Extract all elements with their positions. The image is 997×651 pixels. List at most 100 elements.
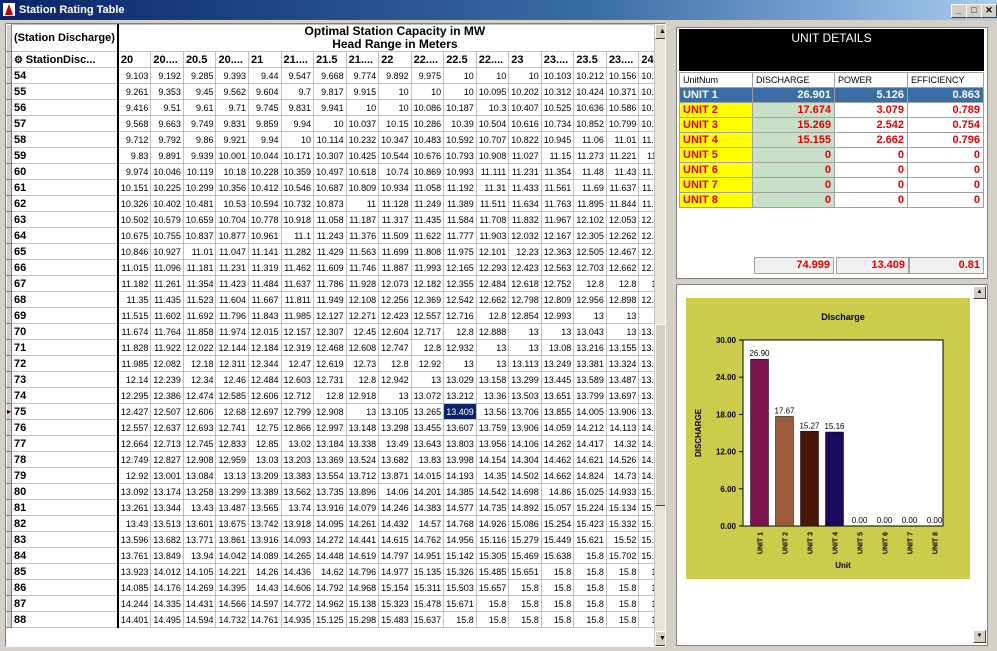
capacity-cell[interactable]: 15.086: [508, 515, 542, 532]
head-column-header[interactable]: 22: [378, 51, 412, 68]
table-row[interactable]: 76 12.557 12.637 12.693 12.741 12.75 12.866 12.…: [6, 419, 665, 436]
unit-name-cell[interactable]: UNIT 4: [679, 132, 753, 148]
capacity-cell[interactable]: 12.144: [215, 339, 249, 356]
head-column-header[interactable]: 20: [117, 51, 152, 68]
capacity-cell[interactable]: 14.735: [475, 499, 510, 516]
capacity-cell[interactable]: 13.682: [150, 531, 184, 548]
capacity-cell[interactable]: 14.962: [313, 595, 347, 612]
capacity-cell[interactable]: 13.487: [605, 371, 640, 388]
capacity-cell[interactable]: 10.228: [248, 163, 282, 180]
unit-details-column-header[interactable]: POWER: [834, 72, 908, 88]
capacity-cell[interactable]: 13.596: [117, 531, 152, 548]
table-row[interactable]: 82 13.43 13.513 13.601 13.675 13.742 13.918 14.…: [6, 515, 665, 532]
capacity-cell[interactable]: 15.332: [605, 515, 640, 532]
capacity-cell[interactable]: 9.45: [182, 83, 217, 100]
capacity-cell[interactable]: 10.412: [248, 179, 282, 196]
capacity-cell[interactable]: 11.06: [573, 131, 607, 148]
capacity-cell[interactable]: 12.8: [378, 355, 412, 372]
capacity-cell[interactable]: 9.915: [345, 83, 380, 100]
capacity-cell[interactable]: 10.934: [378, 179, 412, 196]
capacity-cell[interactable]: 12.344: [248, 355, 282, 372]
capacity-cell[interactable]: 10.299: [182, 179, 217, 196]
station-discharge-cell[interactable]: 88: [11, 611, 119, 628]
unit-name-cell[interactable]: UNIT 8: [679, 192, 753, 208]
capacity-cell[interactable]: 14.792: [313, 579, 347, 596]
capacity-cell[interactable]: 15.478: [410, 595, 445, 612]
capacity-cell[interactable]: 12.108: [345, 291, 380, 308]
unit-discharge-cell[interactable]: 15.269: [752, 117, 835, 133]
capacity-cell[interactable]: 9.71: [215, 99, 249, 116]
capacity-cell[interactable]: 9.921: [215, 131, 249, 148]
capacity-cell[interactable]: 12.619: [313, 355, 347, 372]
capacity-cell[interactable]: 15.621: [573, 531, 607, 548]
capacity-cell[interactable]: 12.022: [182, 339, 217, 356]
capacity-cell[interactable]: 9.61: [182, 99, 217, 116]
capacity-cell[interactable]: 12.956: [573, 291, 607, 308]
capacity-cell[interactable]: 12.606: [248, 387, 282, 404]
capacity-cell[interactable]: 15.8: [605, 563, 640, 580]
capacity-cell[interactable]: 14.542: [475, 483, 510, 500]
capacity-cell[interactable]: 13.092: [117, 483, 152, 500]
unit-name-cell[interactable]: UNIT 1: [679, 87, 753, 103]
capacity-cell[interactable]: 12.363: [540, 243, 575, 260]
capacity-cell[interactable]: 11.354: [540, 163, 575, 180]
unit-name-cell[interactable]: UNIT 5: [679, 147, 753, 163]
station-discharge-cell[interactable]: 68: [11, 291, 119, 308]
capacity-cell[interactable]: 13.697: [605, 387, 640, 404]
capacity-cell[interactable]: 13.706: [508, 403, 542, 420]
capacity-cell[interactable]: 14.335: [150, 595, 184, 612]
capacity-cell[interactable]: 14.448: [313, 547, 347, 564]
capacity-cell[interactable]: 11.561: [540, 179, 575, 196]
unit-power-cell[interactable]: 2.662: [834, 132, 908, 148]
capacity-cell[interactable]: 11.319: [248, 259, 282, 276]
capacity-cell[interactable]: 14.57: [410, 515, 445, 532]
capacity-cell[interactable]: 12.073: [378, 275, 412, 292]
capacity-cell[interactable]: 13.956: [475, 435, 510, 452]
capacity-cell[interactable]: 12.8: [345, 371, 380, 388]
capacity-cell[interactable]: 11.808: [410, 243, 445, 260]
capacity-cell[interactable]: 10.371: [605, 83, 640, 100]
capacity-cell[interactable]: 13.916: [248, 531, 282, 548]
capacity-cell[interactable]: 12.8: [443, 323, 477, 340]
capacity-cell[interactable]: 10.18: [215, 163, 249, 180]
capacity-cell[interactable]: 9.792: [150, 131, 184, 148]
capacity-cell[interactable]: 15.8: [573, 611, 607, 628]
table-row[interactable]: 79 12.92 13.001 13.084 13.13 13.209 13.383 13.5…: [6, 467, 665, 484]
capacity-cell[interactable]: 10.483: [410, 131, 445, 148]
station-discharge-cell[interactable]: 82: [11, 515, 119, 532]
capacity-cell[interactable]: 10.918: [280, 211, 315, 228]
capacity-cell[interactable]: 14.621: [573, 451, 607, 468]
capacity-cell[interactable]: 10.869: [410, 163, 445, 180]
capacity-cell[interactable]: 11.832: [508, 211, 542, 228]
capacity-cell[interactable]: 13.344: [150, 499, 184, 516]
capacity-cell[interactable]: 14.261: [345, 515, 380, 532]
capacity-cell[interactable]: 14.272: [313, 531, 347, 548]
capacity-cell[interactable]: 12.165: [443, 259, 477, 276]
table-row[interactable]: 80 13.092 13.174 13.258 13.299 13.389 13.562 13…: [6, 483, 665, 500]
table-row[interactable]: 68 11.35 11.435 11.523 11.604 11.667 11.811 11.…: [6, 291, 665, 308]
capacity-cell[interactable]: 10.497: [313, 163, 347, 180]
table-row[interactable]: 88 14.401 14.495 14.594 14.732 14.761 14.935 15…: [6, 611, 665, 628]
capacity-cell[interactable]: 10.119: [182, 163, 217, 180]
capacity-cell[interactable]: 14.62: [313, 563, 347, 580]
capacity-cell[interactable]: 13.072: [410, 387, 445, 404]
capacity-cell[interactable]: 10.171: [280, 147, 315, 164]
table-row[interactable]: 59 9.83 9.891 9.939 10.001 10.044 10.171 10.307…: [6, 147, 665, 164]
capacity-cell[interactable]: 9.562: [215, 83, 249, 100]
capacity-cell[interactable]: 12.474: [182, 387, 217, 404]
capacity-cell[interactable]: 14.926: [475, 515, 510, 532]
capacity-cell[interactable]: 10: [280, 131, 315, 148]
head-column-header[interactable]: 20.5: [182, 51, 217, 68]
capacity-cell[interactable]: 12.662: [605, 259, 640, 276]
capacity-cell[interactable]: 10.546: [280, 179, 315, 196]
capacity-cell[interactable]: 11.31: [475, 179, 510, 196]
head-column-header[interactable]: 20....: [150, 51, 184, 68]
capacity-cell[interactable]: 10.822: [508, 131, 542, 148]
capacity-cell[interactable]: 13.761: [117, 547, 152, 564]
capacity-cell[interactable]: 10.3: [475, 99, 510, 116]
capacity-cell[interactable]: 10.15: [378, 115, 412, 132]
unit-discharge-cell[interactable]: 0: [752, 147, 835, 163]
capacity-cell[interactable]: 15.138: [345, 595, 380, 612]
capacity-cell[interactable]: 11.243: [313, 227, 347, 244]
capacity-cell[interactable]: 9.94: [280, 115, 315, 132]
